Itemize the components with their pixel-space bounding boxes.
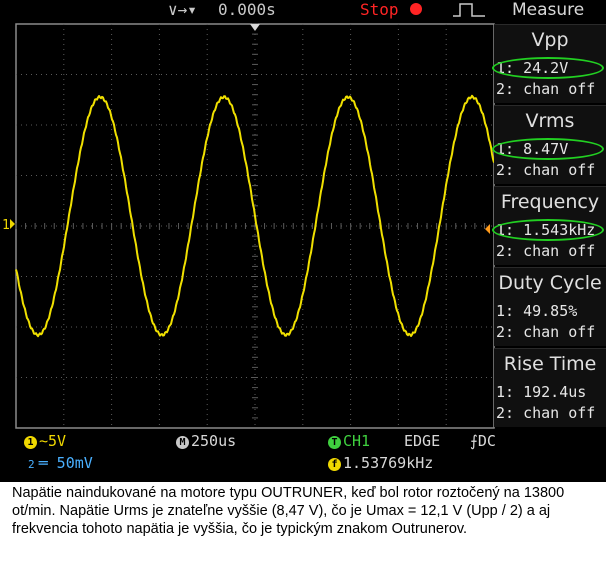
bottom-status-bar: 1 ∼5V 2 ═ 50mV M 250us T CH1 EDGE ⨍DC f 1.537… [0,430,606,482]
timebase-badge-icon: M [176,436,189,449]
measure-block-rise-time[interactable]: Rise Time 1: 192.4us 2: chan off [494,348,606,427]
frequency-badge-icon: f [328,458,341,471]
trigger-position-marker-icon [250,24,260,31]
trigger-source-value: CH1 [343,432,371,450]
trigger-frequency: f 1.53769kHz [328,454,433,472]
ch1-scale[interactable]: 1 ∼5V [24,432,66,450]
measure-panel: Vpp 1: 24.2V 2: chan off Vrms 1: 8.47V 2: cha… [492,24,606,428]
measure-title: Frequency [500,191,600,213]
ch1-badge-icon: 1 [24,436,37,449]
measure-ch1-value: 1: 8.47V [496,140,569,158]
measure-ch1-value: 1: 192.4us [496,383,587,401]
timebase[interactable]: M 250us [176,432,236,450]
oscilloscope-screen: ∨→▾ 0.000s Stop Measure 1 Vpp 1: 24.2V 2: … [0,0,606,482]
ch1-ground-arrow-icon [10,219,15,229]
figure-caption: Napätie naindukované na motore typu OUTR… [12,485,565,537]
measure-ch2-value: 2: chan off [496,323,596,341]
measure-title: Vrms [525,110,575,132]
measure-ch2-value: 2: chan off [496,242,596,260]
measure-ch1-value: 1: 24.2V [496,59,569,77]
measure-ch1-value: 1: 49.85% [496,302,578,320]
measure-ch2-value: 2: chan off [496,80,596,98]
measure-block-vrms[interactable]: Vrms 1: 8.47V 2: chan off [492,105,606,184]
trigger-frequency-value: 1.53769kHz [343,454,434,472]
timebase-value: 250us [191,432,237,450]
trigger-coupling[interactable]: ⨍DC [470,432,496,450]
ch1-scale-value: ∼5V [39,432,67,450]
trigger-level-marker-icon [485,224,490,234]
ch2-scale[interactable]: 2 ═ 50mV [28,454,93,474]
trigger-type[interactable]: EDGE [404,432,440,450]
measure-block-duty-cycle[interactable]: Duty Cycle 1: 49.85% 2: chan off [494,267,606,346]
trigger-badge-icon: T [328,436,341,449]
ch2-badge-icon: 2 [28,458,35,471]
measure-title: Vpp [531,29,569,51]
measure-ch2-value: 2: chan off [496,161,596,179]
measure-block-vpp[interactable]: Vpp 1: 24.2V 2: chan off [492,24,606,103]
trigger-source[interactable]: T CH1 [328,432,370,450]
ch1-waveform [15,94,495,338]
graticule [15,23,495,429]
measure-title: Rise Time [503,353,597,375]
measure-ch1-value: 1: 1.543kHz [496,221,596,239]
measure-title: Duty Cycle [498,272,602,294]
ch2-scale-value: ═ 50mV [38,454,93,472]
ch1-ground-marker: 1 [2,218,10,233]
measure-block-frequency[interactable]: Frequency 1: 1.543kHz 2: chan off [492,186,606,265]
measure-ch2-value: 2: chan off [496,404,596,422]
